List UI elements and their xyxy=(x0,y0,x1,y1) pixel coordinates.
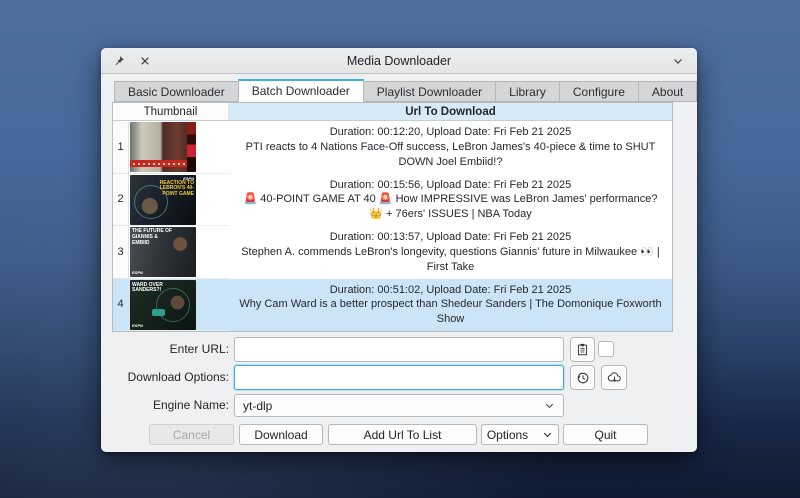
media-downloader-window: Media Downloader Basic Downloader Batch … xyxy=(101,48,697,452)
tab-library[interactable]: Library xyxy=(495,81,559,102)
espn-logo: ESPN xyxy=(132,323,143,328)
tab-batch-downloader[interactable]: Batch Downloader xyxy=(238,79,364,102)
thumbnail-column-header[interactable]: Thumbnail xyxy=(113,103,229,120)
thumbnail-caption: WARD OVER SANDERS?! xyxy=(132,283,178,295)
thumbnail-image: THE FUTURE OF GIANNIS & EMBIID ESPN xyxy=(130,227,196,277)
row-number: 4 xyxy=(113,279,129,332)
window-title: Media Downloader xyxy=(101,54,697,68)
thumbnail-badge xyxy=(152,309,165,316)
engine-select[interactable]: yt-dlp xyxy=(234,394,564,417)
thumbnail-caption: THE FUTURE OF GIANNIS & EMBIID xyxy=(132,229,176,246)
thumbnail-banner xyxy=(130,160,187,167)
cloud-download-icon xyxy=(607,371,622,384)
video-info: Duration: 00:15:56, Upload Date: Fri Feb… xyxy=(229,174,672,227)
paste-clipboard-icon xyxy=(576,343,589,356)
quit-button[interactable]: Quit xyxy=(563,424,648,445)
download-list-table: Thumbnail Url To Download 1 Duration: 00… xyxy=(112,102,673,332)
tab-basic-downloader[interactable]: Basic Downloader xyxy=(114,81,238,102)
table-row-selected[interactable]: 4 WARD OVER SANDERS?! ESPN Duration: 00:… xyxy=(113,279,672,332)
table-row[interactable]: 3 THE FUTURE OF GIANNIS & EMBIID ESPN Du… xyxy=(113,226,672,279)
shade-chevron-icon[interactable] xyxy=(667,50,689,72)
video-title: Why Cam Ward is a better prospect than S… xyxy=(239,297,662,326)
thumbnail-image xyxy=(130,122,196,172)
pin-icon[interactable] xyxy=(108,50,130,72)
enter-url-input[interactable] xyxy=(234,337,564,362)
video-info: Duration: 00:12:20, Upload Date: Fri Feb… xyxy=(229,121,672,174)
cancel-button[interactable]: Cancel xyxy=(149,424,234,445)
video-info: Duration: 00:51:02, Upload Date: Fri Feb… xyxy=(229,279,672,332)
download-options-input[interactable] xyxy=(234,365,564,390)
row-number: 1 xyxy=(113,121,129,174)
tab-about[interactable]: About xyxy=(638,81,697,102)
video-title: PTI reacts to 4 Nations Face-Off success… xyxy=(239,140,662,169)
tab-bar: Basic Downloader Batch Downloader Playli… xyxy=(114,79,697,102)
thumbnail-image: ESPN REACTION TO LEBRON'S 40-POINT GAME xyxy=(130,175,196,225)
add-url-to-list-button[interactable]: Add Url To List xyxy=(328,424,477,445)
thumbnail-caption: REACTION TO LEBRON'S 40-POINT GAME xyxy=(152,181,194,198)
close-icon[interactable] xyxy=(134,50,156,72)
paste-clipboard-button[interactable] xyxy=(570,337,595,362)
tab-configure[interactable]: Configure xyxy=(559,81,638,102)
download-options-label: Download Options: xyxy=(109,370,229,384)
row-number: 2 xyxy=(113,174,129,227)
options-button[interactable]: Options xyxy=(481,424,559,445)
espn-logo: ESPN xyxy=(132,270,143,275)
thumbnail-side-strip xyxy=(187,122,196,172)
video-info: Duration: 00:13:57, Upload Date: Fri Feb… xyxy=(229,226,672,279)
engine-selected-value: yt-dlp xyxy=(243,399,272,413)
chevron-down-icon xyxy=(542,429,553,440)
video-meta: Duration: 00:12:20, Upload Date: Fri Feb… xyxy=(330,125,572,140)
video-title: 🚨 40-POINT GAME AT 40 🚨 How IMPRESSIVE w… xyxy=(239,192,662,221)
row-number: 3 xyxy=(113,226,129,279)
url-column-header[interactable]: Url To Download xyxy=(229,103,672,120)
video-thumbnail: WARD OVER SANDERS?! ESPN xyxy=(129,279,229,332)
url-option-checkbox[interactable] xyxy=(598,341,614,357)
titlebar[interactable]: Media Downloader xyxy=(101,48,697,74)
video-thumbnail: ESPN REACTION TO LEBRON'S 40-POINT GAME xyxy=(129,174,229,227)
chevron-down-icon xyxy=(544,400,555,411)
table-header: Thumbnail Url To Download xyxy=(113,103,672,121)
video-thumbnail: THE FUTURE OF GIANNIS & EMBIID ESPN xyxy=(129,226,229,279)
video-meta: Duration: 00:13:57, Upload Date: Fri Feb… xyxy=(330,230,572,245)
table-row[interactable]: 1 Duration: 00:12:20, Upload Date: Fri F… xyxy=(113,121,672,174)
engine-name-label: Engine Name: xyxy=(109,398,229,412)
video-meta: Duration: 00:15:56, Upload Date: Fri Feb… xyxy=(330,178,572,193)
video-meta: Duration: 00:51:02, Upload Date: Fri Feb… xyxy=(330,283,572,298)
video-thumbnail xyxy=(129,121,229,174)
table-row[interactable]: 2 ESPN REACTION TO LEBRON'S 40-POINT GAM… xyxy=(113,174,672,227)
thumbnail-image: WARD OVER SANDERS?! ESPN xyxy=(130,280,196,330)
download-defaults-button[interactable] xyxy=(601,365,627,390)
tab-playlist-downloader[interactable]: Playlist Downloader xyxy=(364,81,495,102)
history-button[interactable] xyxy=(570,365,595,390)
video-title: Stephen A. commends LeBron's longevity, … xyxy=(239,245,662,274)
download-button[interactable]: Download xyxy=(239,424,323,445)
history-icon xyxy=(576,371,590,385)
enter-url-label: Enter URL: xyxy=(109,342,229,356)
